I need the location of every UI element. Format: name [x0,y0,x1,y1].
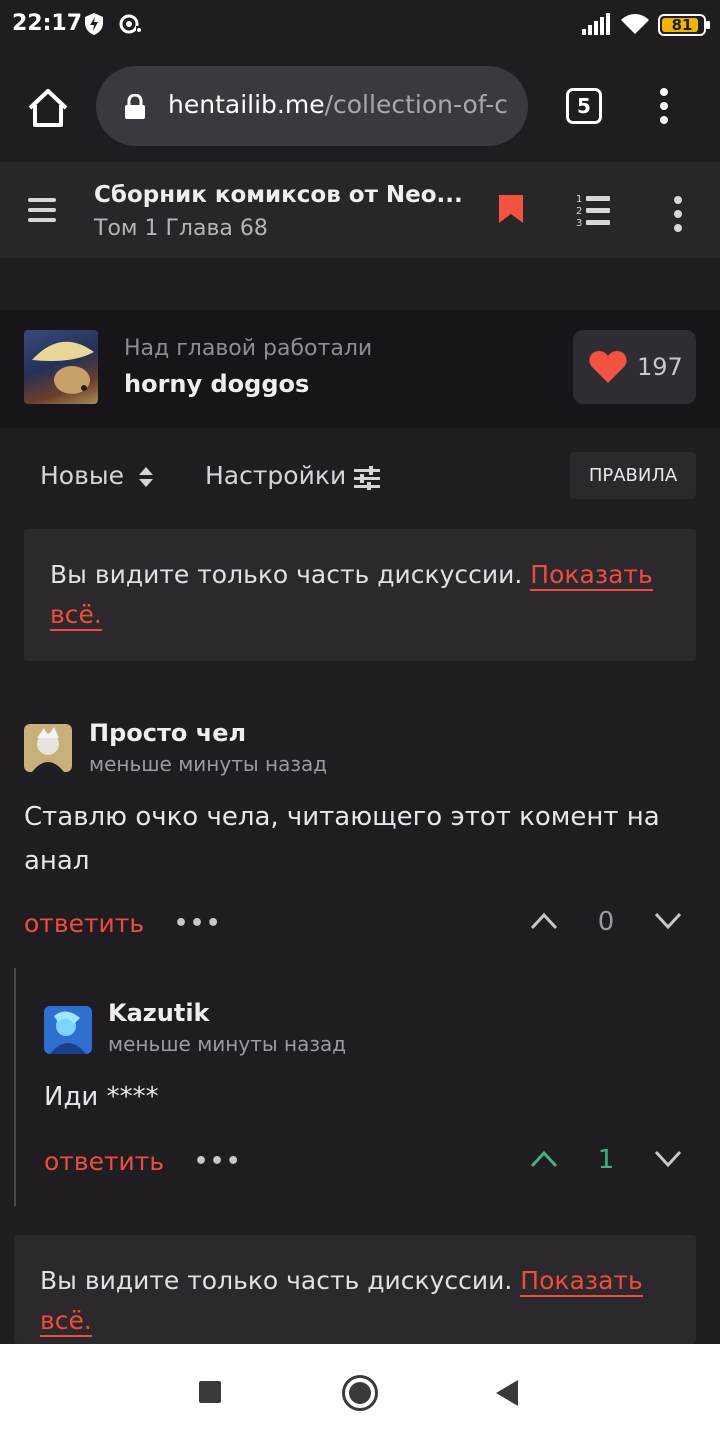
sync-icon [119,14,141,34]
comment-author[interactable]: Просто чел [89,719,246,747]
sort-icon [139,467,153,487]
upvote-icon[interactable] [530,912,558,930]
tab-switcher-button[interactable]: 5 [566,88,602,124]
rules-button[interactable]: ПРАВИЛА [570,452,696,499]
reader-menu-icon[interactable] [674,196,682,238]
more-options-icon[interactable]: ••• [194,1149,242,1174]
reader-header: Сборник комиксов от Neo... Том 1 Глава 6… [0,162,720,258]
comment-text: Ставлю очко чела, читающего этот комент … [24,802,660,876]
avatar[interactable] [24,724,72,772]
vote-score: 0 [597,907,615,937]
notice-text: Вы видите только часть дискуссии. [50,560,523,589]
sliders-icon [354,466,380,490]
settings-button[interactable]: Настройки [205,461,346,490]
partial-discussion-notice: Вы видите только часть дискуссии. Показа… [14,1235,696,1344]
address-bar[interactable]: hentailib.me/collection-of-c [96,66,528,146]
browser-menu-icon[interactable] [660,88,668,130]
browser-toolbar: hentailib.me/collection-of-c 5 [0,50,720,162]
recents-icon[interactable] [199,1381,221,1403]
team-avatar[interactable] [24,330,98,404]
downvote-icon[interactable] [654,912,682,930]
like-button[interactable]: 197 [573,330,696,404]
comment-author[interactable]: Kazutik [108,999,210,1027]
lock-icon [125,94,145,119]
svg-text:1: 1 [576,194,582,205]
bookmark-icon[interactable] [498,194,524,224]
thread-line [14,968,16,1206]
manga-title[interactable]: Сборник комиксов от Neo... [94,182,463,208]
team-caption: Над главой работали [124,336,373,361]
chapter-list-icon[interactable]: 1 2 3 [576,192,612,228]
team-card: Над главой работали horny doggos 197 [0,310,720,428]
team-name[interactable]: horny doggos [124,370,309,398]
partial-discussion-notice: Вы видите только часть дискуссии. Показа… [24,529,696,661]
signal-icon [582,13,610,35]
comment-text: Иди **** [44,1082,159,1112]
vote-score: 1 [597,1145,615,1175]
status-bar: 22:17 81 [0,0,720,50]
home-nav-icon[interactable] [342,1375,378,1411]
url-text: hentailib.me/collection-of-c [168,90,508,119]
comment-time: меньше минуты назад [108,1032,347,1056]
svg-text:3: 3 [576,218,582,228]
downvote-icon[interactable] [654,1150,682,1168]
status-time: 22:17 [12,11,83,36]
home-icon[interactable] [24,84,72,132]
menu-icon[interactable] [28,198,56,228]
avatar[interactable] [44,1006,92,1054]
svg-text:2: 2 [576,206,582,217]
upvote-icon[interactable] [530,1150,558,1168]
battery-indicator: 81 [658,14,710,36]
system-nav-bar [0,1344,720,1440]
comment-time: меньше минуты назад [89,752,328,776]
like-count: 197 [637,353,683,381]
reply-button[interactable]: ответить [24,909,144,938]
back-icon[interactable] [496,1380,518,1406]
wifi-icon [621,14,649,34]
notice-text: Вы видите только часть дискуссии. [40,1266,513,1295]
sort-dropdown[interactable]: Новые [40,461,124,490]
more-options-icon[interactable]: ••• [174,911,222,936]
shield-icon [85,13,103,35]
reply-button[interactable]: ответить [44,1147,164,1176]
chapter-label: Том 1 Глава 68 [94,216,268,241]
heart-icon [589,351,627,383]
